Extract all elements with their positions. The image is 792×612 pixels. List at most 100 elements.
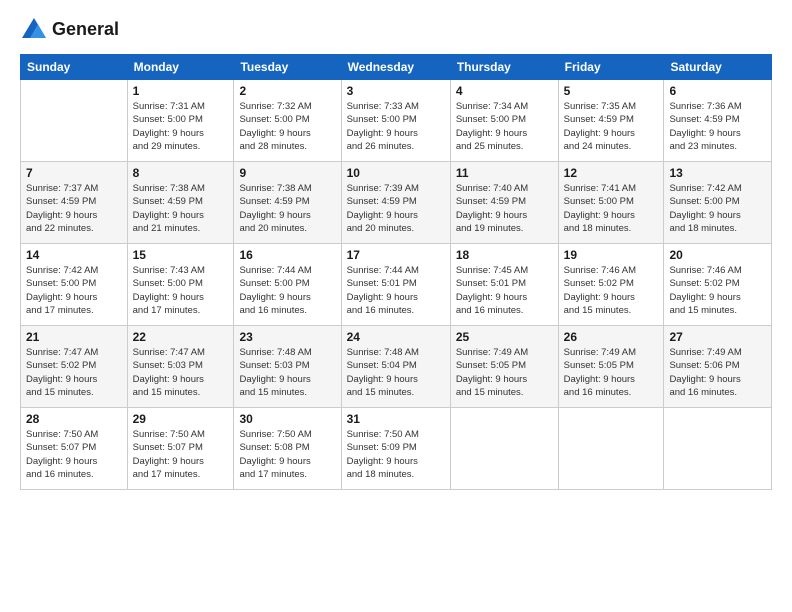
weekday-header-friday: Friday: [558, 55, 664, 80]
day-info: Sunrise: 7:50 AMSunset: 5:07 PMDaylight:…: [133, 428, 229, 481]
day-number: 13: [669, 166, 766, 180]
calendar-cell: 5 Sunrise: 7:35 AMSunset: 4:59 PMDaylight…: [558, 80, 664, 162]
calendar-cell: [21, 80, 128, 162]
calendar-cell: 2 Sunrise: 7:32 AMSunset: 5:00 PMDaylight…: [234, 80, 341, 162]
day-info: Sunrise: 7:40 AMSunset: 4:59 PMDaylight:…: [456, 182, 553, 235]
day-number: 21: [26, 330, 122, 344]
calendar-cell: 31 Sunrise: 7:50 AMSunset: 5:09 PMDayligh…: [341, 408, 450, 490]
day-number: 5: [564, 84, 659, 98]
day-number: 23: [239, 330, 335, 344]
day-number: 2: [239, 84, 335, 98]
day-number: 28: [26, 412, 122, 426]
day-info: Sunrise: 7:44 AMSunset: 5:01 PMDaylight:…: [347, 264, 445, 317]
day-number: 8: [133, 166, 229, 180]
day-number: 3: [347, 84, 445, 98]
calendar-table: SundayMondayTuesdayWednesdayThursdayFrid…: [20, 54, 772, 490]
calendar-cell: 24 Sunrise: 7:48 AMSunset: 5:04 PMDayligh…: [341, 326, 450, 408]
calendar-cell: 17 Sunrise: 7:44 AMSunset: 5:01 PMDayligh…: [341, 244, 450, 326]
day-info: Sunrise: 7:49 AMSunset: 5:05 PMDaylight:…: [456, 346, 553, 399]
day-info: Sunrise: 7:50 AMSunset: 5:08 PMDaylight:…: [239, 428, 335, 481]
calendar-cell: 11 Sunrise: 7:40 AMSunset: 4:59 PMDayligh…: [450, 162, 558, 244]
day-number: 12: [564, 166, 659, 180]
day-info: Sunrise: 7:39 AMSunset: 4:59 PMDaylight:…: [347, 182, 445, 235]
week-row-1: 1Sunrise: 7:31 AMSunset: 5:00 PMDaylight…: [21, 80, 772, 162]
logo-text: General: [52, 20, 119, 40]
calendar-cell: 7 Sunrise: 7:37 AMSunset: 4:59 PMDaylight…: [21, 162, 128, 244]
day-info: Sunrise: 7:50 AMSunset: 5:09 PMDaylight:…: [347, 428, 445, 481]
day-info: Sunrise: 7:48 AMSunset: 5:04 PMDaylight:…: [347, 346, 445, 399]
calendar-cell: 23 Sunrise: 7:48 AMSunset: 5:03 PMDayligh…: [234, 326, 341, 408]
weekday-header-sunday: Sunday: [21, 55, 128, 80]
weekday-header-monday: Monday: [127, 55, 234, 80]
page: General SundayMondayTuesdayWednesdayThur…: [0, 0, 792, 612]
calendar-cell: 14Sunrise: 7:42 AMSunset: 5:00 PMDayligh…: [21, 244, 128, 326]
day-info: Sunrise: 7:43 AMSunset: 5:00 PMDaylight:…: [133, 264, 229, 317]
calendar-cell: 28 Sunrise: 7:50 AMSunset: 5:07 PMDayligh…: [21, 408, 128, 490]
day-number: 7: [26, 166, 122, 180]
calendar-cell: 12 Sunrise: 7:41 AMSunset: 5:00 PMDayligh…: [558, 162, 664, 244]
calendar-cell: 29 Sunrise: 7:50 AMSunset: 5:07 PMDayligh…: [127, 408, 234, 490]
logo: General: [20, 16, 119, 44]
week-row-3: 14Sunrise: 7:42 AMSunset: 5:00 PMDayligh…: [21, 244, 772, 326]
day-number: 17: [347, 248, 445, 262]
calendar-cell: 9Sunrise: 7:38 AMSunset: 4:59 PMDaylight…: [234, 162, 341, 244]
day-number: 11: [456, 166, 553, 180]
day-info: Sunrise: 7:49 AMSunset: 5:06 PMDaylight:…: [669, 346, 766, 399]
day-number: 16: [239, 248, 335, 262]
day-info: Sunrise: 7:34 AMSunset: 5:00 PMDaylight:…: [456, 100, 553, 153]
day-info: Sunrise: 7:35 AMSunset: 4:59 PMDaylight:…: [564, 100, 659, 153]
day-info: Sunrise: 7:32 AMSunset: 5:00 PMDaylight:…: [239, 100, 335, 153]
day-info: Sunrise: 7:38 AMSunset: 4:59 PMDaylight:…: [239, 182, 335, 235]
day-number: 19: [564, 248, 659, 262]
day-number: 6: [669, 84, 766, 98]
weekday-header-row: SundayMondayTuesdayWednesdayThursdayFrid…: [21, 55, 772, 80]
day-number: 29: [133, 412, 229, 426]
day-number: 30: [239, 412, 335, 426]
day-info: Sunrise: 7:47 AMSunset: 5:02 PMDaylight:…: [26, 346, 122, 399]
day-info: Sunrise: 7:41 AMSunset: 5:00 PMDaylight:…: [564, 182, 659, 235]
calendar-cell: 19 Sunrise: 7:46 AMSunset: 5:02 PMDayligh…: [558, 244, 664, 326]
day-number: 1: [133, 84, 229, 98]
week-row-4: 21 Sunrise: 7:47 AMSunset: 5:02 PMDayligh…: [21, 326, 772, 408]
day-info: Sunrise: 7:49 AMSunset: 5:05 PMDaylight:…: [564, 346, 659, 399]
day-info: Sunrise: 7:38 AMSunset: 4:59 PMDaylight:…: [133, 182, 229, 235]
week-row-2: 7 Sunrise: 7:37 AMSunset: 4:59 PMDaylight…: [21, 162, 772, 244]
day-number: 15: [133, 248, 229, 262]
day-info: Sunrise: 7:33 AMSunset: 5:00 PMDaylight:…: [347, 100, 445, 153]
day-number: 4: [456, 84, 553, 98]
day-info: Sunrise: 7:45 AMSunset: 5:01 PMDaylight:…: [456, 264, 553, 317]
day-info: Sunrise: 7:46 AMSunset: 5:02 PMDaylight:…: [564, 264, 659, 317]
day-number: 14: [26, 248, 122, 262]
day-info: Sunrise: 7:37 AMSunset: 4:59 PMDaylight:…: [26, 182, 122, 235]
day-info: Sunrise: 7:50 AMSunset: 5:07 PMDaylight:…: [26, 428, 122, 481]
calendar-cell: 3 Sunrise: 7:33 AMSunset: 5:00 PMDaylight…: [341, 80, 450, 162]
day-number: 18: [456, 248, 553, 262]
header: General: [20, 16, 772, 44]
weekday-header-thursday: Thursday: [450, 55, 558, 80]
calendar-cell: 13 Sunrise: 7:42 AMSunset: 5:00 PMDayligh…: [664, 162, 772, 244]
calendar-cell: [664, 408, 772, 490]
day-info: Sunrise: 7:48 AMSunset: 5:03 PMDaylight:…: [239, 346, 335, 399]
day-info: Sunrise: 7:46 AMSunset: 5:02 PMDaylight:…: [669, 264, 766, 317]
day-number: 31: [347, 412, 445, 426]
day-number: 26: [564, 330, 659, 344]
day-number: 24: [347, 330, 445, 344]
day-info: Sunrise: 7:42 AMSunset: 5:00 PMDaylight:…: [669, 182, 766, 235]
logo-icon: [20, 16, 48, 44]
calendar-cell: 10 Sunrise: 7:39 AMSunset: 4:59 PMDayligh…: [341, 162, 450, 244]
day-info: Sunrise: 7:44 AMSunset: 5:00 PMDaylight:…: [239, 264, 335, 317]
weekday-header-wednesday: Wednesday: [341, 55, 450, 80]
calendar-cell: 25Sunrise: 7:49 AMSunset: 5:05 PMDayligh…: [450, 326, 558, 408]
calendar-cell: 18 Sunrise: 7:45 AMSunset: 5:01 PMDayligh…: [450, 244, 558, 326]
calendar-cell: 27Sunrise: 7:49 AMSunset: 5:06 PMDayligh…: [664, 326, 772, 408]
calendar-cell: 16 Sunrise: 7:44 AMSunset: 5:00 PMDayligh…: [234, 244, 341, 326]
calendar-cell: 22 Sunrise: 7:47 AMSunset: 5:03 PMDayligh…: [127, 326, 234, 408]
calendar-cell: 20Sunrise: 7:46 AMSunset: 5:02 PMDayligh…: [664, 244, 772, 326]
day-number: 22: [133, 330, 229, 344]
day-info: Sunrise: 7:36 AMSunset: 4:59 PMDaylight:…: [669, 100, 766, 153]
week-row-5: 28 Sunrise: 7:50 AMSunset: 5:07 PMDayligh…: [21, 408, 772, 490]
day-info: Sunrise: 7:47 AMSunset: 5:03 PMDaylight:…: [133, 346, 229, 399]
day-number: 10: [347, 166, 445, 180]
calendar-cell: [558, 408, 664, 490]
calendar-cell: [450, 408, 558, 490]
